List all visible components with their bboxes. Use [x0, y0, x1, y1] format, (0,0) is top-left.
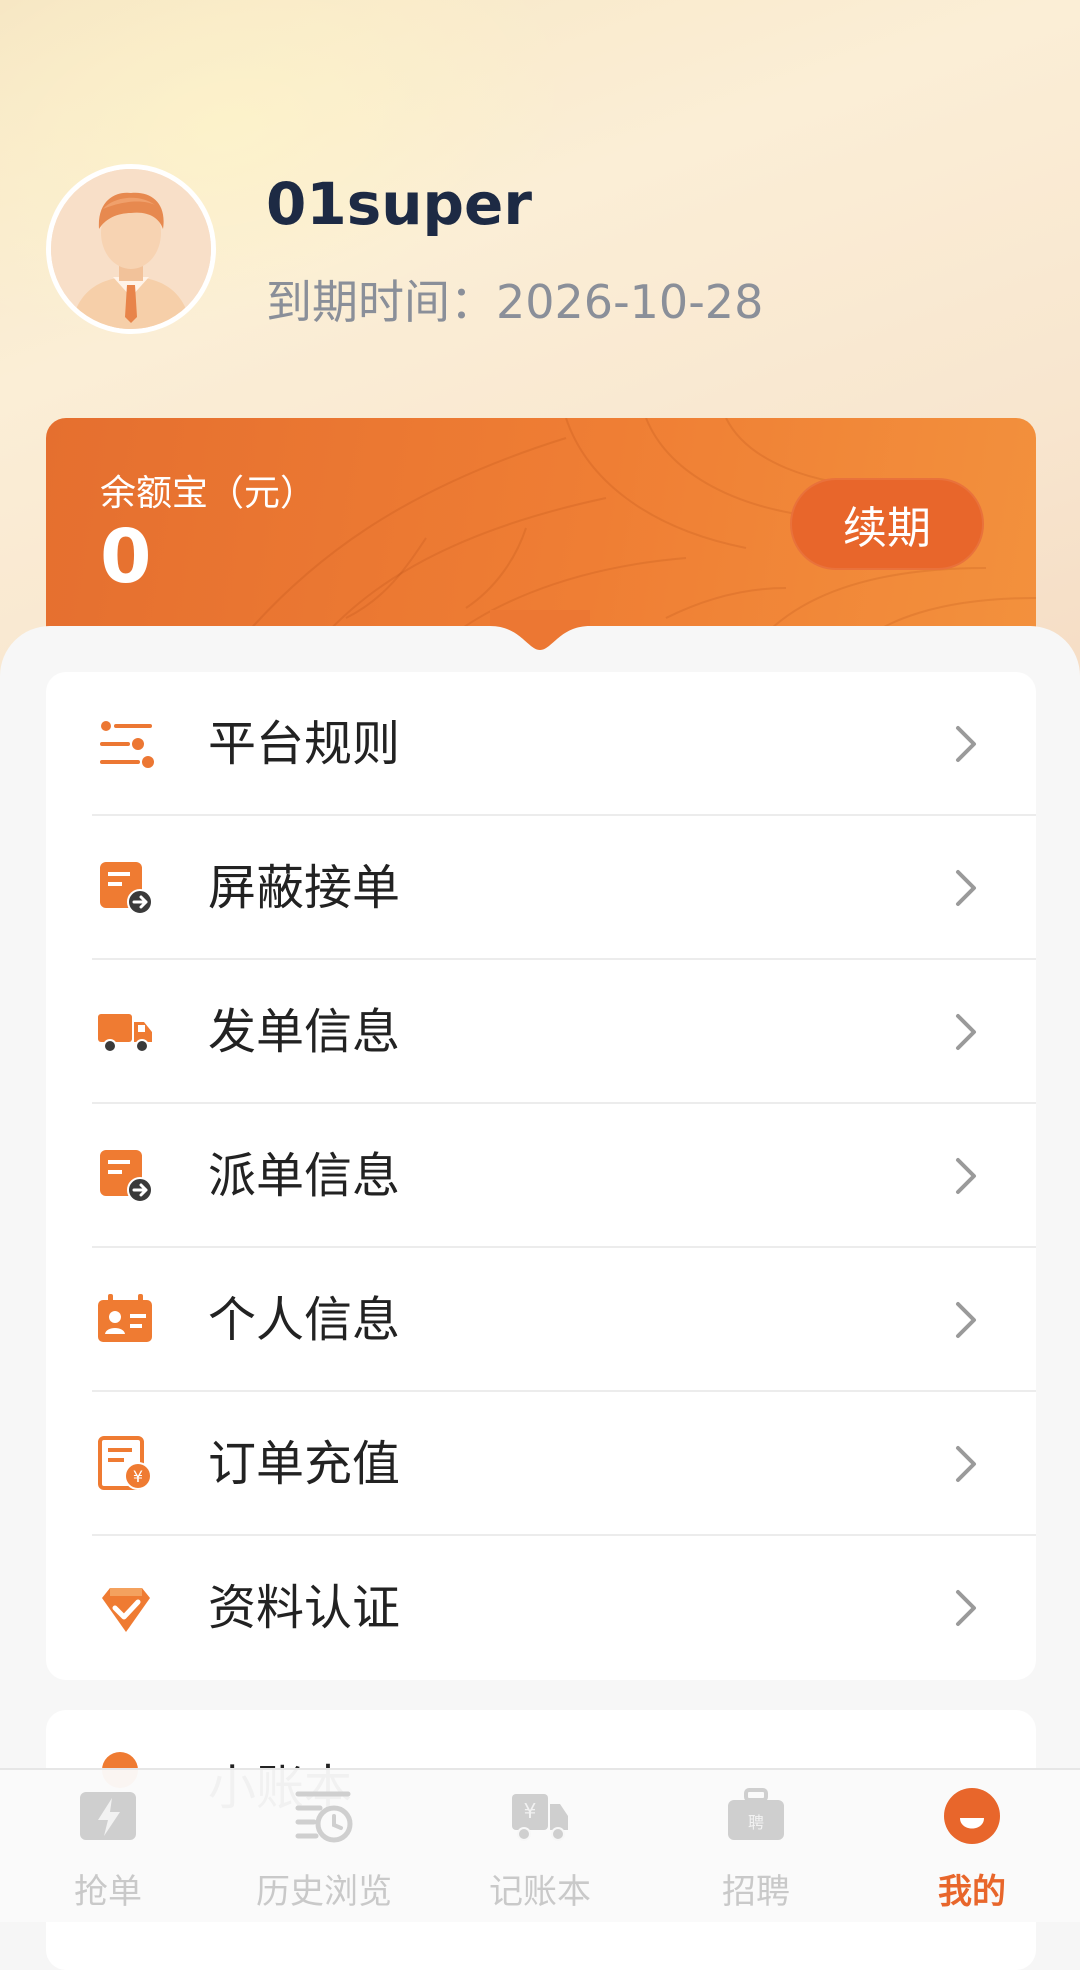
verified-badge-icon	[102, 1588, 150, 1632]
menu-item-label: 屏蔽接单	[208, 860, 401, 916]
sheet-notch-decoration	[490, 610, 590, 650]
menu-item-send-orders[interactable]: 发单信息	[46, 960, 1036, 1104]
menu-item-label: 派单信息	[208, 1148, 401, 1204]
chevron-right-icon	[956, 1446, 976, 1482]
menu-item-label: 个人信息	[208, 1292, 401, 1348]
expire-label: 到期时间：	[266, 275, 496, 329]
ledger-truck-icon: ¥	[512, 1794, 568, 1841]
expire-info: 到期时间：2026-10-28	[266, 266, 763, 332]
menu-item-label: 资料认证	[208, 1580, 401, 1636]
menu-item-dispatch-orders[interactable]: 派单信息	[46, 1104, 1036, 1248]
truck-icon	[98, 1014, 152, 1053]
chevron-right-icon	[956, 1590, 976, 1626]
menu-item-order-recharge[interactable]: ¥ 订单充值	[46, 1392, 1036, 1536]
balance-value: 0	[100, 514, 152, 600]
tab-label: 历史浏览	[256, 1872, 392, 1912]
svg-text:¥: ¥	[133, 1467, 143, 1486]
bottom-tab-bar: 抢单 历史浏览 ¥ 记账本 聘 招聘 我的	[0, 1768, 1080, 1922]
tab-history[interactable]: 历史浏览	[216, 1770, 432, 1922]
username: 01super	[266, 170, 532, 238]
menu-item-platform-rules[interactable]: 平台规则	[46, 672, 1036, 816]
svg-text:¥: ¥	[524, 1799, 537, 1823]
block-order-icon	[100, 862, 153, 915]
tab-label: 抢单	[74, 1872, 142, 1912]
menu-list: 平台规则 屏蔽接单 发单信息 派单信息 个人信息 ¥ 订单充值 资料认证	[46, 672, 1036, 1680]
dispatch-icon	[100, 1150, 153, 1203]
tab-mine[interactable]: 我的	[864, 1770, 1080, 1922]
chevron-right-icon	[956, 726, 976, 762]
menu-item-personal-info[interactable]: 个人信息	[46, 1248, 1036, 1392]
balance-label: 余额宝（元）	[100, 473, 317, 514]
lightning-card-icon	[80, 1792, 136, 1840]
history-list-icon	[295, 1791, 353, 1843]
expire-date: 2026-10-28	[496, 275, 764, 329]
menu-item-label: 订单充值	[208, 1436, 401, 1492]
chevron-right-icon	[956, 1014, 976, 1050]
menu-item-label: 平台规则	[208, 716, 401, 772]
chevron-right-icon	[956, 1302, 976, 1338]
menu-item-label: 发单信息	[208, 1004, 401, 1060]
tab-recruit[interactable]: 聘 招聘	[648, 1770, 864, 1922]
tab-ledger[interactable]: ¥ 记账本	[432, 1770, 648, 1922]
chevron-right-icon	[956, 1158, 976, 1194]
renew-button[interactable]: 续期	[790, 478, 984, 570]
chevron-right-icon	[956, 870, 976, 906]
tab-label: 招聘	[722, 1872, 790, 1912]
briefcase-icon: 聘	[728, 1788, 784, 1840]
sliders-icon	[100, 721, 154, 768]
tab-grab-orders[interactable]: 抢单	[0, 1770, 216, 1922]
tab-label: 我的	[938, 1872, 1006, 1912]
recharge-icon: ¥	[98, 1436, 152, 1490]
menu-item-block-orders[interactable]: 屏蔽接单	[46, 816, 1036, 960]
menu-item-verification[interactable]: 资料认证	[46, 1536, 1036, 1680]
id-card-icon	[98, 1294, 152, 1342]
avatar[interactable]	[46, 164, 216, 334]
profile-face-icon	[944, 1788, 1000, 1844]
avatar-person-icon	[51, 169, 211, 329]
tab-label: 记账本	[489, 1872, 591, 1912]
svg-text:聘: 聘	[748, 1813, 764, 1832]
